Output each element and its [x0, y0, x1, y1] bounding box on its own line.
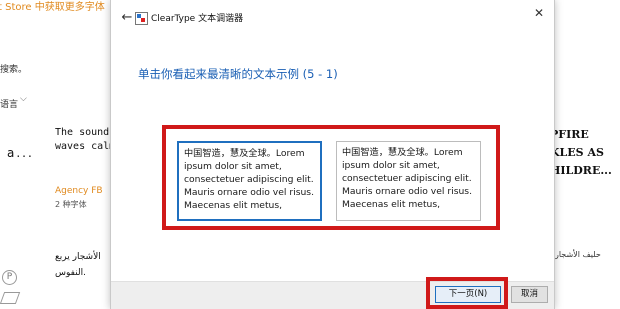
font-sample-line: waves calms [55, 141, 113, 152]
decorative-sample-line: HILDRE... [550, 164, 612, 177]
window-title: ClearType 文本调谐器 [151, 14, 244, 24]
decorative-font-sample: PFIRE KLES AS HILDRE... [550, 126, 612, 180]
language-filter-label[interactable]: 语言 [0, 97, 18, 110]
text-sample-option-2[interactable]: 中国智造，慧及全球。Lorem ipsum dolor sit amet, co… [336, 141, 481, 221]
close-icon[interactable]: ✕ [528, 4, 550, 22]
font-count: 2 种字体 [55, 200, 87, 209]
font-search-placeholder[interactable]: 搜索。 [0, 62, 27, 75]
decorative-sample-line: KLES AS [550, 146, 604, 159]
font-preview-glyph: a... [7, 146, 34, 160]
arabic-sample-line-2: النفوس. [55, 268, 87, 278]
decorative-sample-line: PFIRE [550, 128, 589, 141]
arabic-sample-line-1: الأشجار يربع [55, 252, 101, 262]
font-sample-text: The sound of waves calms [55, 126, 113, 154]
cleartype-dialog: ← ClearType 文本调谐器 ✕ 单击你看起来最清晰的文本示例 (5 - … [110, 0, 555, 309]
store-link-text: t Store 中获取更多字体 [0, 2, 105, 13]
text-sample-option-1[interactable]: 中国智造，慧及全球。Lorem ipsum dolor sit amet, co… [177, 141, 322, 221]
instruction-heading: 单击你看起来最清晰的文本示例 (5 - 1) [138, 67, 338, 81]
p-circle-icon: P [2, 270, 17, 285]
parallelogram-icon [0, 292, 21, 304]
cleartype-app-icon [135, 12, 148, 25]
back-arrow-icon[interactable]: ← [119, 10, 135, 26]
arabic-sample-right: حليف الأشجار [555, 250, 601, 259]
chevron-down-icon: ⌵ [20, 94, 27, 104]
cancel-button[interactable]: 取消 [511, 286, 548, 303]
font-sample-line: The sound of [55, 127, 113, 138]
font-name[interactable]: Agency FB [55, 186, 103, 196]
title-bar: ← ClearType 文本调谐器 ✕ [111, 0, 554, 34]
next-button-highlight [426, 277, 508, 309]
